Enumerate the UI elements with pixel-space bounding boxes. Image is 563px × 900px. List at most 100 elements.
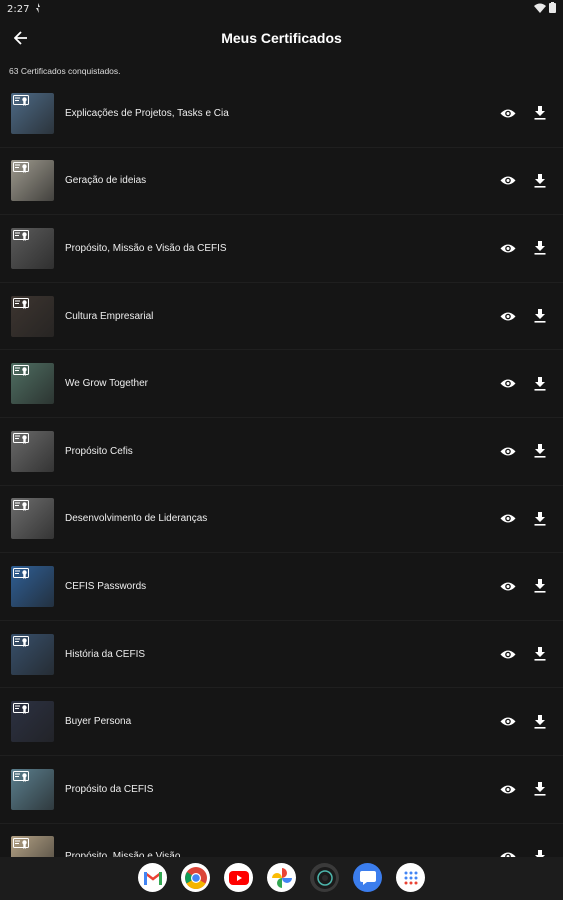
navigation-bar (0, 857, 563, 900)
download-certificate-button[interactable] (530, 644, 550, 664)
certificate-title: Explicações de Projetos, Tasks e Cia (65, 107, 229, 119)
certificate-title: CEFIS Passwords (65, 580, 147, 592)
view-certificate-button[interactable] (498, 509, 518, 529)
app-bar: Meus Certificados (0, 20, 563, 56)
certificate-badge-icon (13, 838, 29, 850)
back-button[interactable] (10, 27, 32, 49)
certificate-row[interactable]: Geração de ideias (0, 148, 563, 216)
download-certificate-button[interactable] (530, 576, 550, 596)
certificate-badge-icon (13, 500, 29, 512)
view-certificate-button[interactable] (498, 238, 518, 258)
certificate-row[interactable]: We Grow Together (0, 350, 563, 418)
download-certificate-button[interactable] (530, 306, 550, 326)
download-certificate-button[interactable] (530, 103, 550, 123)
battery-icon (549, 2, 556, 16)
certificate-thumbnail (11, 633, 54, 675)
eye-icon (500, 582, 516, 591)
certificate-row[interactable]: Explicações de Projetos, Tasks e Cia (0, 80, 563, 148)
download-icon (534, 579, 546, 594)
certificate-badge-icon (13, 229, 29, 241)
certificate-row[interactable]: História da CEFIS (0, 621, 563, 689)
download-icon (534, 647, 546, 661)
download-certificate-button[interactable] (530, 509, 550, 529)
download-certificate-button[interactable] (530, 374, 550, 394)
eye-icon (500, 785, 516, 794)
download-certificate-button[interactable] (530, 441, 550, 461)
app-dock (138, 863, 425, 892)
certificate-badge-icon (13, 703, 29, 715)
certificate-badge-icon (13, 162, 29, 174)
arrow-back-icon (14, 31, 27, 45)
status-bar: 2:27 (0, 0, 563, 18)
app-drawer-icon[interactable] (396, 863, 425, 892)
certificate-thumbnail (11, 498, 54, 540)
eye-icon (500, 312, 516, 321)
certificate-thumbnail (11, 92, 54, 134)
download-icon (534, 782, 546, 796)
download-icon (534, 511, 546, 526)
page-title: Meus Certificados (221, 30, 342, 46)
status-time: 2:27 (7, 3, 30, 15)
chrome-app-icon[interactable] (181, 863, 210, 892)
messages-app-icon[interactable] (353, 863, 382, 892)
certificate-row[interactable]: CEFIS Passwords (0, 553, 563, 621)
download-icon (534, 173, 546, 188)
eye-icon (500, 514, 516, 523)
download-icon (534, 376, 546, 391)
certificate-thumbnail (11, 701, 54, 743)
certificate-row[interactable]: Buyer Persona (0, 688, 563, 756)
certificate-row[interactable]: Propósito, Missão e Visão da CEFIS (0, 215, 563, 283)
view-certificate-button[interactable] (498, 847, 518, 857)
download-certificate-button[interactable] (530, 847, 550, 857)
download-icon (535, 849, 545, 857)
camera-app-icon[interactable] (310, 863, 339, 892)
view-certificate-button[interactable] (498, 171, 518, 191)
certificate-thumbnail (11, 160, 54, 202)
eye-icon (500, 379, 516, 388)
wifi-icon (534, 3, 546, 16)
certificate-row[interactable]: Propósito, Missão e Visão (0, 824, 563, 857)
certificate-title: Cultura Empresarial (65, 310, 154, 322)
download-icon (534, 714, 546, 729)
view-certificate-button[interactable] (498, 576, 518, 596)
download-certificate-button[interactable] (530, 779, 550, 799)
certificate-thumbnail (11, 363, 54, 405)
certificate-title: História da CEFIS (65, 648, 146, 660)
certificate-row[interactable]: Propósito Cefis (0, 418, 563, 486)
eye-icon (500, 176, 516, 185)
photos-app-icon[interactable] (267, 863, 296, 892)
download-icon (534, 309, 546, 323)
certificate-title: Geração de ideias (65, 175, 147, 187)
youtube-app-icon[interactable] (224, 863, 253, 892)
download-certificate-button[interactable] (530, 171, 550, 191)
eye-icon (500, 447, 516, 456)
view-certificate-button[interactable] (498, 712, 518, 732)
certificate-badge-icon (13, 635, 29, 647)
eye-icon (500, 244, 516, 253)
view-certificate-button[interactable] (498, 779, 518, 799)
eye-icon (500, 717, 516, 726)
certificate-badge-icon (13, 297, 29, 309)
gmail-app-icon[interactable] (138, 863, 167, 892)
certificate-badge-icon (13, 94, 29, 106)
view-certificate-button[interactable] (498, 374, 518, 394)
certificate-row[interactable]: Propósito da CEFIS (0, 756, 563, 824)
certificate-thumbnail (11, 227, 54, 269)
view-certificate-button[interactable] (498, 644, 518, 664)
download-icon (534, 444, 546, 458)
download-certificate-button[interactable] (530, 238, 550, 258)
view-certificate-button[interactable] (498, 306, 518, 326)
certificate-title: Desenvolvimento de Lideranças (65, 513, 208, 525)
certificate-title: Buyer Persona (65, 716, 132, 728)
view-certificate-button[interactable] (498, 441, 518, 461)
certificate-thumbnail (11, 295, 54, 337)
certificate-row[interactable]: Cultura Empresarial (0, 283, 563, 351)
certificate-badge-icon (13, 365, 29, 377)
certificate-badge-icon (13, 567, 29, 579)
certificate-row[interactable]: Desenvolvimento de Lideranças (0, 486, 563, 554)
download-certificate-button[interactable] (530, 712, 550, 732)
eye-icon (500, 109, 516, 118)
certificate-thumbnail (11, 768, 54, 810)
download-icon (534, 106, 546, 120)
view-certificate-button[interactable] (498, 103, 518, 123)
